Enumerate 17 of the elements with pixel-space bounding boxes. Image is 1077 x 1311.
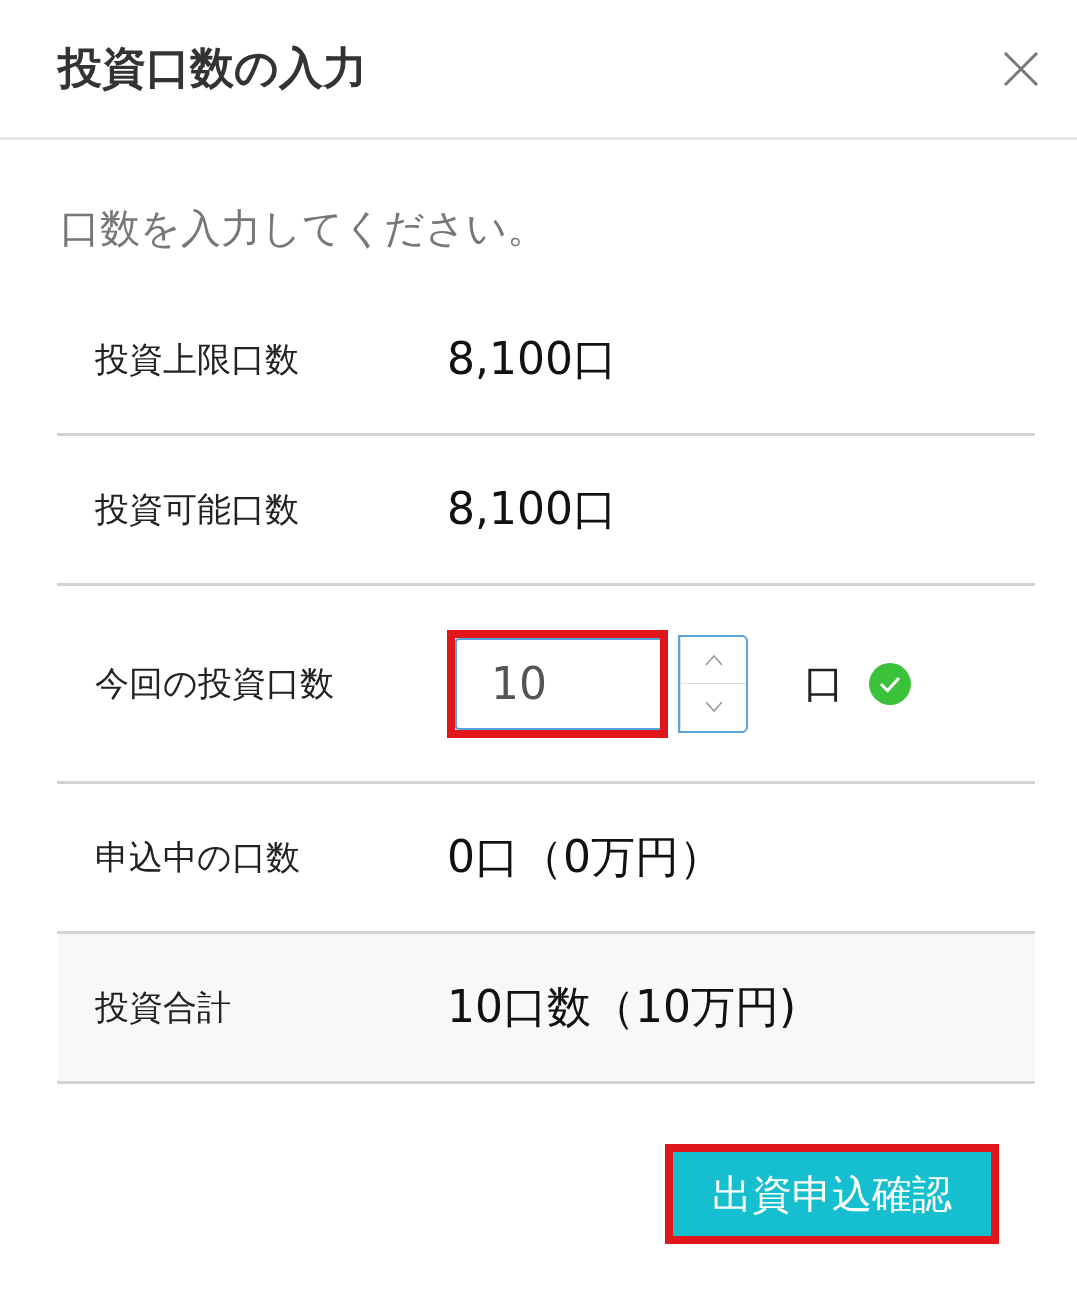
decrement-button[interactable] [680, 683, 746, 731]
row-value: 0口（0万円） [447, 830, 723, 884]
unit-label: 口 [804, 659, 844, 708]
row-label: 今回の投資口数 [94, 661, 335, 705]
row-value: 8,100口 [447, 482, 617, 536]
chevron-down-icon [704, 701, 723, 714]
row-label: 投資上限口数 [94, 337, 300, 381]
instruction-text: 口数を入力してください。 [60, 204, 548, 253]
row-value: 10口数（10万円) [447, 980, 797, 1034]
row-label: 投資可能口数 [94, 487, 300, 531]
chevron-up-icon [704, 653, 723, 666]
quantity-field[interactable]: 10 [455, 637, 660, 730]
spinner[interactable] [678, 634, 748, 733]
dialog-title: 投資口数の入力 [58, 41, 367, 95]
row-label: 申込中の口数 [94, 835, 301, 879]
row-value: 8,100口 [447, 332, 617, 386]
row-label: 投資合計 [94, 985, 232, 1029]
